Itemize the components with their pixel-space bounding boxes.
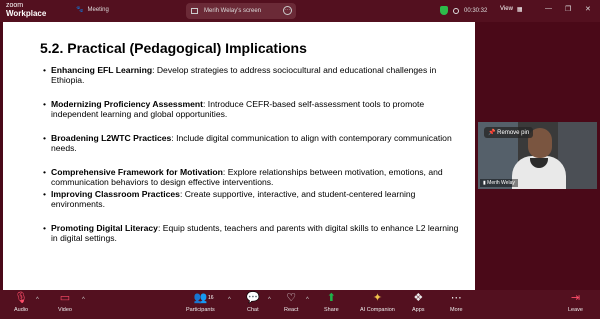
bullet-list: Enhancing EFL Learning: Develop strategi… [43, 65, 463, 243]
participant-name: ▮ Merih Welay [480, 179, 518, 187]
zoom-logo: zoom Workplace [6, 2, 46, 18]
share-label: Share [324, 307, 339, 313]
participants-count: 16 [208, 295, 214, 301]
bullet-heading: Improving Classroom Practices [51, 189, 180, 199]
status-group: 00:30:32 [440, 6, 487, 15]
share-screen-icon: ⬆ [326, 292, 336, 304]
chat-button[interactable]: 💬 Chat [246, 292, 260, 313]
more-button[interactable]: ⋯ More [450, 292, 463, 313]
slide-title: 5.2. Practical (Pedagogical) Implication… [40, 40, 307, 56]
audio-label: Audio [14, 307, 29, 313]
heart-icon: ♡ [286, 292, 297, 304]
apps-icon: ❖ [413, 292, 424, 304]
bullet-heading: Broadening L2WTC Practices [51, 133, 172, 143]
chat-label: Chat [247, 307, 259, 313]
restore-icon[interactable]: ❐ [565, 5, 571, 13]
shield-icon[interactable] [440, 6, 448, 15]
bullet-heading: Promoting Digital Literacy [51, 223, 158, 233]
camera-off-icon: ▭ [59, 292, 71, 304]
ai-companion-button[interactable]: ✦ AI Companion [360, 292, 395, 313]
leave-label: Leave [568, 307, 583, 313]
participant-name-label: Merih Welay [487, 180, 515, 186]
video-options-chevron-icon[interactable]: ^ [82, 297, 85, 303]
bullet-item: Modernizing Proficiency Assessment: Intr… [43, 99, 463, 119]
mic-muted-icon: 🎙 [14, 292, 29, 304]
react-button[interactable]: ♡ React [284, 292, 298, 313]
meeting-toolbar: 🎙 Audio ^ ▭ Video ^ 👥 Participants 16 ^ … [0, 290, 600, 319]
apps-label: Apps [412, 307, 425, 313]
participants-label: Participants [186, 307, 215, 313]
sparkle-icon: ✦ [372, 292, 383, 304]
audio-button[interactable]: 🎙 Audio [14, 292, 28, 313]
bullet-item: Comprehensive Framework for Motivation: … [43, 167, 463, 187]
apps-button[interactable]: ❖ Apps [412, 292, 425, 313]
screen-icon [191, 8, 198, 14]
view-label: View [500, 6, 513, 12]
meeting-label: Meeting [87, 6, 109, 13]
pin-icon: 📌 [488, 130, 496, 136]
screen-share-label: Merih Welay's screen [204, 8, 262, 14]
remove-pin-label: Remove pin [497, 130, 530, 136]
leave-button[interactable]: ⇥ Leave [568, 292, 583, 313]
chat-options-chevron-icon[interactable]: ^ [268, 297, 271, 303]
bullet-heading: Enhancing EFL Learning [51, 65, 153, 75]
chat-icon: 💬 [246, 292, 260, 304]
video-label: Video [58, 307, 72, 313]
bullet-item: Broadening L2WTC Practices: Include digi… [43, 133, 463, 153]
screen-share-indicator[interactable]: Merih Welay's screen ··· [186, 3, 296, 19]
recording-icon [453, 7, 459, 14]
brand-line1: zoom [6, 2, 24, 9]
react-options-chevron-icon[interactable]: ^ [306, 297, 309, 303]
ai-companion-label: AI Companion [360, 307, 395, 313]
participants-options-chevron-icon[interactable]: ^ [228, 297, 231, 303]
meeting-timer: 00:30:32 [464, 7, 488, 14]
close-icon[interactable]: ✕ [585, 5, 591, 13]
more-label: More [450, 307, 463, 313]
react-label: React [284, 307, 299, 313]
bullet-heading: Comprehensive Framework for Motivation [51, 167, 223, 177]
minimize-icon[interactable]: — [545, 5, 552, 12]
video-button[interactable]: ▭ Video [58, 292, 72, 313]
view-button[interactable]: View ▦ [500, 6, 523, 13]
more-icon: ⋯ [450, 292, 462, 304]
remove-pin-button[interactable]: 📌 Remove pin [484, 127, 534, 138]
share-button[interactable]: ⬆ Share [324, 292, 339, 313]
bullet-item: Improving Classroom Practices: Create su… [43, 189, 463, 209]
title-bar: zoom Workplace 🐾 Meeting Merih Welay's s… [0, 0, 600, 22]
more-options-icon[interactable]: ··· [283, 6, 292, 15]
shared-screen: 5.2. Practical (Pedagogical) Implication… [3, 22, 475, 290]
paw-icon: 🐾 [76, 7, 84, 13]
audio-options-chevron-icon[interactable]: ^ [36, 297, 39, 303]
bullet-item: Promoting Digital Literacy: Equip studen… [43, 223, 463, 243]
leave-icon: ⇥ [570, 292, 581, 304]
mic-muted-icon: ▮ [483, 180, 486, 186]
grid-icon: ▦ [516, 7, 523, 13]
meeting-info-button[interactable]: 🐾 Meeting [76, 6, 109, 14]
participant-video-tile[interactable]: 📌 Remove pin ▮ Merih Welay [478, 122, 597, 189]
bullet-item: Enhancing EFL Learning: Develop strategi… [43, 65, 463, 85]
brand-line2: Workplace [6, 9, 47, 18]
bullet-heading: Modernizing Proficiency Assessment [51, 99, 204, 109]
